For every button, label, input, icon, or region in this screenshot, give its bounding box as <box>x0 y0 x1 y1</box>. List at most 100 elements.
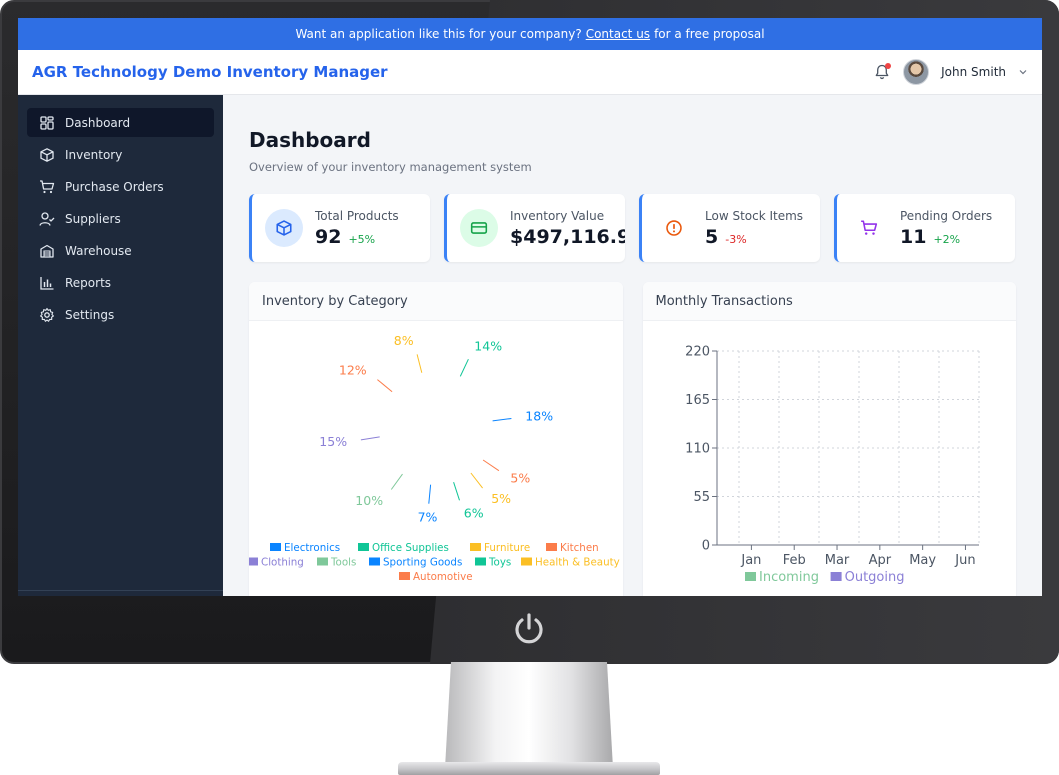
x-tick-label: May <box>909 553 936 568</box>
box-icon <box>40 147 54 162</box>
category-chart-card: Inventory by Category 14% 18% 5% 5% 6% 7% 10% 1… <box>249 282 623 596</box>
legend-item[interactable]: Incoming <box>744 570 819 585</box>
y-tick-label: 220 <box>685 345 710 360</box>
pie-leader-line <box>377 379 393 393</box>
sidebar-item-suppliers[interactable]: Suppliers <box>27 204 214 233</box>
sidebar-item-label: Inventory <box>65 147 123 162</box>
legend-label: Health & Beauty <box>535 557 620 569</box>
legend-item[interactable]: Electronics <box>270 542 340 554</box>
app-brand[interactable]: AGR Technology Demo Inventory Manager <box>32 63 388 81</box>
monitor-stand-neck <box>445 662 613 768</box>
legend-item[interactable]: Furniture <box>470 542 530 554</box>
users-icon <box>39 211 55 226</box>
sidebar: Dashboard Inventory Purchase Orders Supp… <box>18 95 223 596</box>
legend-item[interactable]: Health & Beauty <box>521 557 620 569</box>
sidebar-item-label: Dashboard <box>65 115 131 130</box>
pie-leader-line <box>459 358 469 377</box>
sidebar-item-label: Warehouse <box>65 243 132 258</box>
power-icon <box>515 613 543 644</box>
sidebar-item-purchase-orders[interactable]: Purchase Orders <box>27 172 214 201</box>
bar-chart-icon <box>40 276 54 290</box>
stat-icon-bg <box>460 209 498 247</box>
x-tick-label: Apr <box>868 553 891 568</box>
legend-item[interactable]: Outgoing <box>830 570 904 585</box>
stat-icon-bg <box>265 209 303 247</box>
stat-card-low-stock[interactable]: Low Stock Items 5 -3% <box>639 194 820 262</box>
legend-swatch <box>369 557 380 566</box>
legend-label: Furniture <box>484 542 530 554</box>
stat-card-pending-orders[interactable]: Pending Orders 11 +2% <box>834 194 1015 262</box>
chevron-down-icon[interactable] <box>1018 67 1028 77</box>
contact-us-link[interactable]: Contact us <box>586 27 650 41</box>
transactions-bar-chart: 0 55 110 165 220 Jan Feb Mar Apr May Jun Incoming Ou… <box>685 345 979 585</box>
user-avatar[interactable] <box>903 59 930 85</box>
banner-text-end: for a free proposal <box>654 27 765 41</box>
y-tick-label: 165 <box>685 393 710 408</box>
legend-item[interactable]: Sporting Goods <box>369 557 462 569</box>
transactions-chart-card: Monthly Transactions 0 55 110 165 220 Jan Feb M… <box>642 282 1016 596</box>
stat-card-total-products[interactable]: Total Products 92 +5% <box>249 194 430 262</box>
stat-icon-bg <box>850 209 888 247</box>
legend-swatch <box>358 543 369 551</box>
sidebar-item-reports[interactable]: Reports <box>27 268 214 297</box>
sidebar-item-warehouse[interactable]: Warehouse <box>27 236 214 265</box>
pie-leader-line <box>482 459 500 472</box>
sidebar-item-label: Settings <box>65 307 115 322</box>
banner-text: Want an application like this for your c… <box>295 27 582 41</box>
legend-swatch <box>521 557 532 566</box>
stat-icon-bg <box>655 209 693 247</box>
pie-data-label: 12% <box>339 363 367 378</box>
legend-item[interactable]: Automotive <box>399 571 473 583</box>
y-tick-label: 55 <box>693 490 710 505</box>
stat-card-inventory-value[interactable]: Inventory Value $497,116.99 <box>444 194 625 262</box>
cart-icon <box>861 220 878 235</box>
pie-data-label: 6% <box>464 506 484 521</box>
sidebar-item-label: Purchase Orders <box>65 179 164 194</box>
stat-change: +2% <box>933 232 961 246</box>
legend-label: Kitchen <box>560 542 599 554</box>
dashboard-icon <box>40 115 54 130</box>
legend-swatch <box>546 543 557 551</box>
sidebar-item-dashboard[interactable]: Dashboard <box>27 108 214 137</box>
legend-label: Tools <box>330 557 356 569</box>
legend-item[interactable]: Clothing <box>249 557 304 569</box>
pie-leader-line <box>360 436 380 441</box>
legend-item[interactable]: Tools <box>317 557 356 569</box>
legend-swatch <box>249 557 258 566</box>
pie-data-label: 10% <box>355 493 383 508</box>
legend-item[interactable]: Kitchen <box>546 542 599 554</box>
pie-leader-line <box>492 418 512 422</box>
stat-label: Inventory Value <box>510 208 605 223</box>
user-name[interactable]: John Smith <box>941 65 1006 79</box>
pie-leader-line <box>453 482 460 501</box>
pie-leader-line <box>470 472 483 489</box>
stat-change: -3% <box>725 232 747 246</box>
top-navbar: AGR Technology Demo Inventory Manager Jo… <box>18 50 1042 95</box>
sidebar-item-settings[interactable]: Settings <box>27 300 214 329</box>
pie-data-label: 8% <box>394 333 414 348</box>
stat-value: 11 <box>900 225 927 248</box>
x-tick-label: Feb <box>782 553 805 568</box>
monitor-mockup: Want an application like this for your c… <box>0 0 1059 775</box>
pie-data-label: 5% <box>510 471 530 486</box>
app-screen: Want an application like this for your c… <box>18 18 1042 596</box>
alert-circle-icon <box>666 220 682 236</box>
legend-item[interactable]: Office Supplies <box>358 542 449 554</box>
charts-row: Inventory by Category 14% 18% 5% 5% 6% 7% 10% 1… <box>249 282 1016 596</box>
stat-label: Low Stock Items <box>705 208 804 223</box>
legend-label: Incoming <box>759 570 819 585</box>
legend-swatch <box>399 572 410 580</box>
pie-leader-line <box>416 354 423 373</box>
notifications-button[interactable] <box>873 63 892 81</box>
stat-value: $497,116.99 <box>510 225 625 248</box>
pie-data-label: 5% <box>491 491 511 506</box>
stats-row: Total Products 92 +5% Inventory Value $49… <box>249 194 1016 262</box>
card-title: Monthly Transactions <box>642 282 1016 321</box>
legend-label: Outgoing <box>844 570 904 585</box>
pie-data-label: 15% <box>319 434 347 449</box>
sidebar-footer <box>18 590 223 596</box>
pie-data-label: 18% <box>525 409 553 424</box>
sidebar-item-inventory[interactable]: Inventory <box>27 140 214 169</box>
stat-value: 5 <box>705 225 719 248</box>
legend-item[interactable]: Toys <box>475 557 511 569</box>
